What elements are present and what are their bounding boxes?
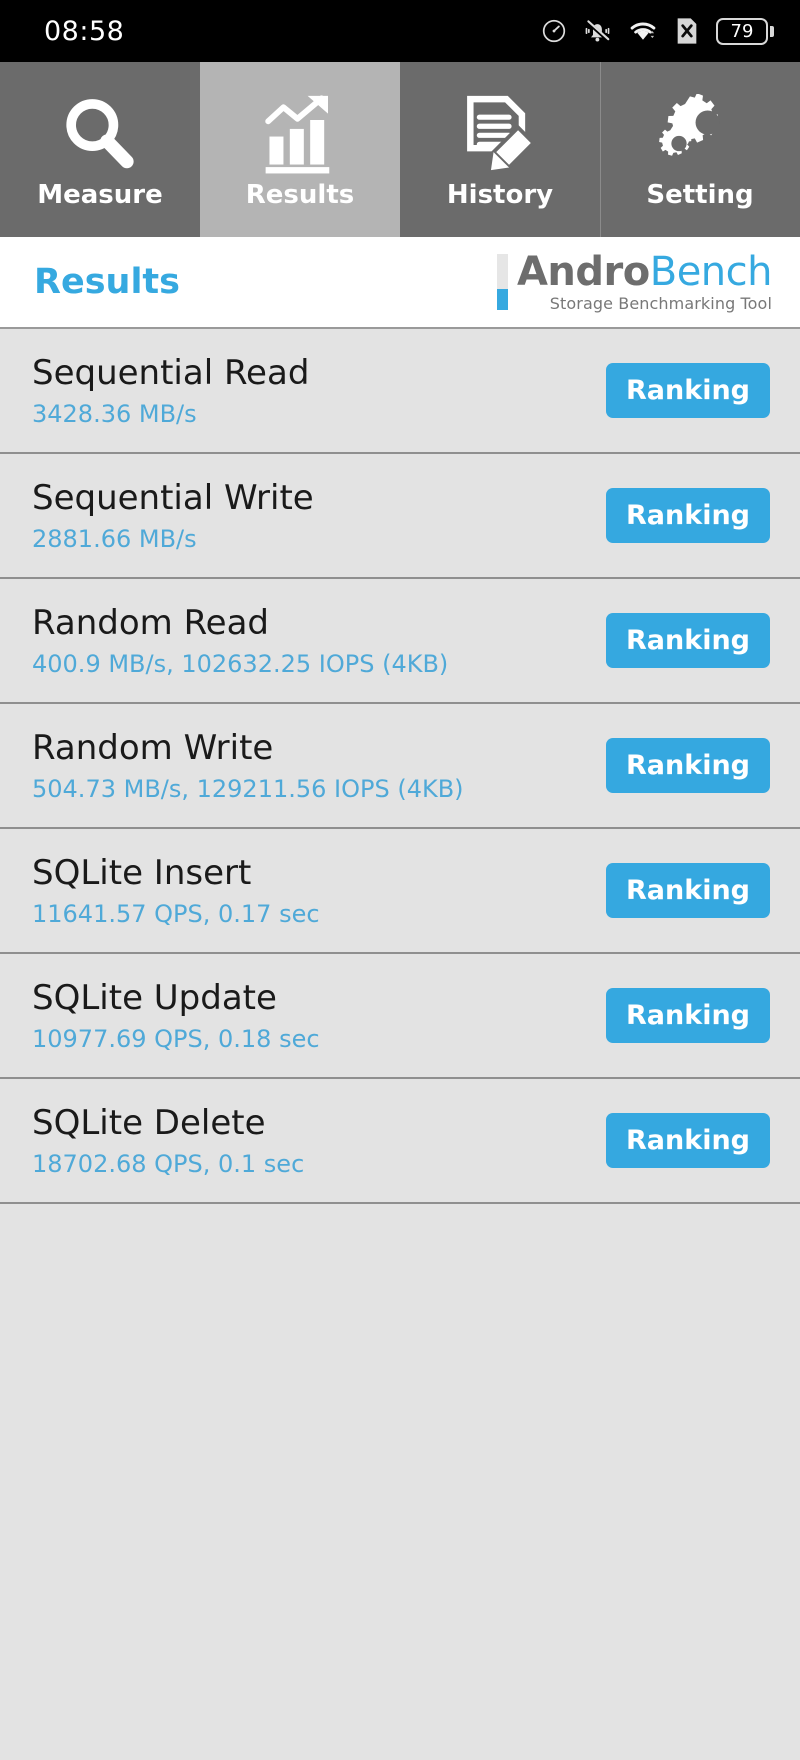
tab-results[interactable]: Results: [200, 62, 400, 237]
sim-x-icon: [675, 17, 699, 45]
result-value: 3428.36 MB/s: [32, 399, 197, 428]
tab-setting-label: Setting: [646, 180, 754, 210]
logo-text: AndroBench Storage Benchmarking Tool: [516, 249, 773, 313]
tab-results-label: Results: [245, 180, 355, 210]
speedometer-icon: [541, 18, 567, 44]
result-title: Sequential Write: [32, 477, 314, 518]
table-row[interactable]: Sequential Read 3428.36 MB/s Ranking: [0, 329, 800, 454]
wifi-icon: [628, 18, 658, 44]
result-value: 400.9 MB/s, 102632.25 IOPS (4KB): [32, 649, 449, 678]
app-root: 08:58 79 Measure Results History Setting…: [0, 0, 800, 1760]
battery-level-label: 79: [730, 20, 754, 42]
table-row[interactable]: SQLite Delete 18702.68 QPS, 0.1 sec Rank…: [0, 1079, 800, 1204]
result-title: SQLite Insert: [32, 852, 252, 893]
ranking-button[interactable]: Ranking: [606, 488, 770, 543]
result-title: Random Read: [32, 602, 270, 643]
result-title: SQLite Update: [32, 977, 277, 1018]
result-value: 2881.66 MB/s: [32, 524, 197, 553]
logo-bar-icon: [496, 254, 508, 311]
result-title: Random Write: [32, 727, 274, 768]
table-row[interactable]: SQLite Update 10977.69 QPS, 0.18 sec Ran…: [0, 954, 800, 1079]
tab-measure-label: Measure: [37, 180, 163, 210]
tab-history[interactable]: History: [400, 62, 600, 237]
result-value: 504.73 MB/s, 129211.56 IOPS (4KB): [32, 774, 464, 803]
result-title: Sequential Read: [32, 352, 310, 393]
logo-primary-text: Andro: [516, 249, 650, 295]
ranking-button[interactable]: Ranking: [606, 613, 770, 668]
tab-measure[interactable]: Measure: [0, 62, 200, 237]
battery-icon: 79: [716, 17, 774, 45]
bar-chart-arrow-icon: [258, 90, 342, 178]
row-text-block: Random Write 504.73 MB/s, 129211.56 IOPS…: [32, 728, 464, 804]
ranking-button[interactable]: Ranking: [606, 988, 770, 1043]
table-row[interactable]: Random Read 400.9 MB/s, 102632.25 IOPS (…: [0, 579, 800, 704]
ranking-button[interactable]: Ranking: [606, 1113, 770, 1168]
row-text-block: SQLite Insert 11641.57 QPS, 0.17 sec: [32, 853, 320, 929]
ranking-button[interactable]: Ranking: [606, 363, 770, 418]
result-value: 18702.68 QPS, 0.1 sec: [32, 1149, 305, 1178]
row-text-block: SQLite Delete 18702.68 QPS, 0.1 sec: [32, 1103, 304, 1179]
result-value: 11641.57 QPS, 0.17 sec: [32, 899, 320, 928]
row-text-block: Random Read 400.9 MB/s, 102632.25 IOPS (…: [32, 603, 448, 679]
status-clock: 08:58: [44, 15, 125, 47]
table-row[interactable]: Sequential Write 2881.66 MB/s Ranking: [0, 454, 800, 579]
result-value: 10977.69 QPS, 0.18 sec: [32, 1024, 320, 1053]
page-header: Results AndroBench Storage Benchmarking …: [0, 237, 800, 329]
table-row[interactable]: Random Write 504.73 MB/s, 129211.56 IOPS…: [0, 704, 800, 829]
tab-history-label: History: [446, 180, 554, 210]
result-title: SQLite Delete: [32, 1102, 266, 1143]
tab-setting[interactable]: Setting: [600, 62, 800, 237]
row-text-block: SQLite Update 10977.69 QPS, 0.18 sec: [32, 978, 320, 1054]
status-icon-tray: 79: [541, 17, 774, 45]
results-list: Sequential Read 3428.36 MB/s Ranking Seq…: [0, 329, 800, 1760]
androbench-logo: AndroBench Storage Benchmarking Tool: [496, 249, 773, 313]
ranking-button[interactable]: Ranking: [606, 863, 770, 918]
bell-muted-icon: [584, 18, 611, 45]
document-pencil-icon: [460, 90, 540, 178]
page-title: Results: [34, 262, 180, 302]
row-text-block: Sequential Write 2881.66 MB/s: [32, 478, 314, 554]
logo-secondary-text: Bench: [649, 249, 773, 295]
gears-icon: [658, 90, 742, 178]
table-row[interactable]: SQLite Insert 11641.57 QPS, 0.17 sec Ran…: [0, 829, 800, 954]
ranking-button[interactable]: Ranking: [606, 738, 770, 793]
logo-tagline: Storage Benchmarking Tool: [549, 294, 772, 313]
status-bar: 08:58 79: [0, 0, 800, 62]
row-text-block: Sequential Read 3428.36 MB/s: [32, 353, 309, 429]
magnifier-icon: [59, 90, 141, 178]
main-tab-bar: Measure Results History Setting: [0, 62, 800, 237]
